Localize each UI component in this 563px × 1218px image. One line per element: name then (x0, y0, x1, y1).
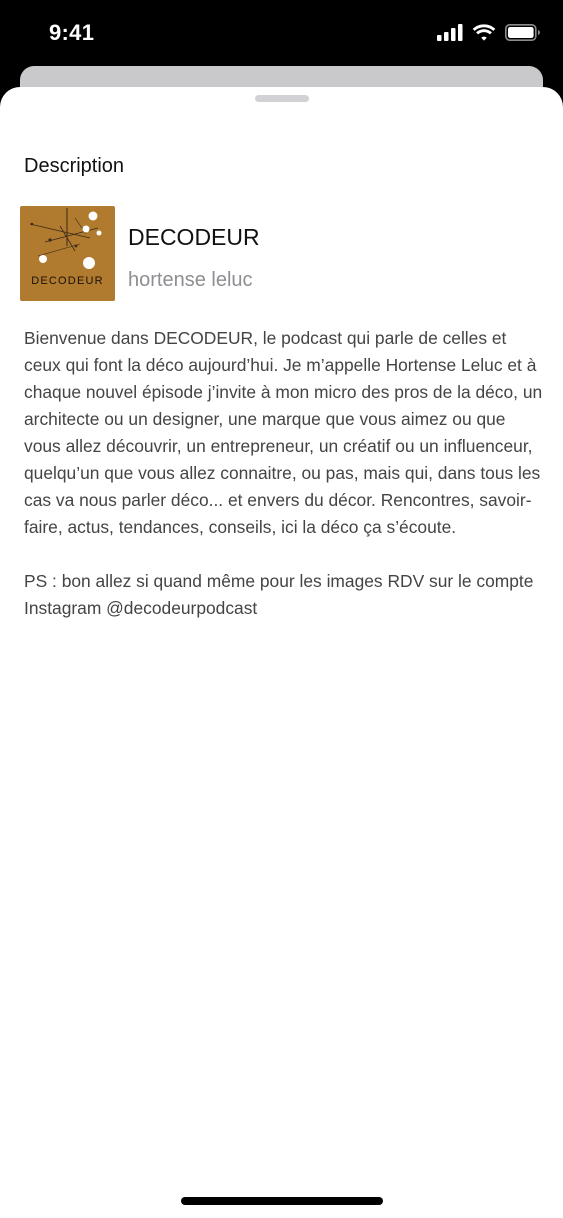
sheet-title: Description (24, 155, 125, 177)
description-paragraph: Bienvenue dans DECODEUR, le podcast qui … (24, 328, 543, 537)
podcast-name: DECODEUR (128, 224, 260, 250)
description-sheet: Description DECODEUR DECODEUR hortense l… (0, 87, 563, 1218)
home-indicator[interactable] (181, 1197, 383, 1205)
podcast-artwork: DECODEUR (20, 206, 115, 301)
status-icons (437, 24, 541, 41)
description-paragraph: PS : bon allez si quand même pour les im… (24, 571, 534, 618)
wifi-icon (472, 24, 496, 41)
artwork-label: DECODEUR (31, 275, 104, 287)
status-bar: 9:41 (0, 0, 563, 66)
sheet-grabber[interactable] (255, 95, 309, 102)
status-time: 9:41 (49, 20, 95, 45)
cellular-signal-icon (437, 24, 463, 41)
podcast-header: DECODEUR DECODEUR hortense leluc (20, 206, 540, 302)
battery-icon (505, 24, 541, 41)
podcast-author[interactable]: hortense leluc (128, 269, 253, 292)
podcast-description: Bienvenue dans DECODEUR, le podcast qui … (24, 325, 544, 649)
app-screen: 9:41 Description DECODEUR DECODEUR horte… (0, 0, 563, 1218)
